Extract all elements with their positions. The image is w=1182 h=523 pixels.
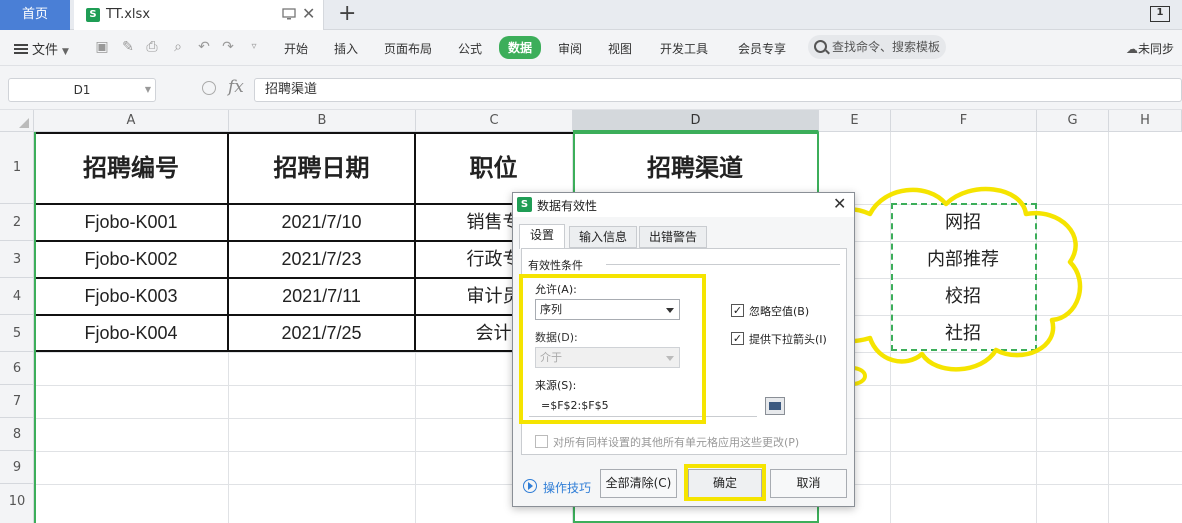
column-header-d[interactable]: D bbox=[573, 110, 819, 132]
column-header-g[interactable]: G bbox=[1037, 110, 1109, 132]
cell-a5[interactable]: Fjobo-K004 bbox=[34, 315, 228, 352]
column-header-a[interactable]: A bbox=[34, 110, 229, 132]
file-name: TT.xlsx bbox=[106, 7, 151, 22]
new-tab-plus-icon[interactable]: + bbox=[338, 2, 356, 26]
tab-data[interactable]: 数据 bbox=[499, 36, 542, 59]
highlight-frame bbox=[519, 274, 706, 424]
tips-link[interactable]: 操作技巧 bbox=[543, 479, 591, 496]
save-icon[interactable]: ▣ bbox=[94, 39, 110, 55]
group-divider bbox=[606, 264, 840, 265]
in-cell-dropdown-label: 提供下拉箭头(I) bbox=[749, 333, 827, 346]
row-header-8[interactable]: 8 bbox=[0, 418, 34, 451]
column-header: A B C D E F G H bbox=[0, 110, 1182, 132]
data-validation-dialog[interactable]: S 数据有效性 ✕ 设置 输入信息 出错警告 有效性条件 允许(A): 序列 数… bbox=[512, 192, 855, 507]
hamburger-icon bbox=[14, 42, 28, 56]
column-header-e[interactable]: E bbox=[819, 110, 891, 132]
dialog-title-bar[interactable]: S 数据有效性 ✕ bbox=[513, 193, 854, 217]
file-menu-label: 文件 bbox=[32, 43, 59, 58]
tab-insert[interactable]: 插入 bbox=[334, 40, 358, 57]
group-label: 有效性条件 bbox=[528, 257, 587, 273]
source-range-marquee bbox=[891, 203, 1037, 351]
ignore-blank-label: 忽略空值(B) bbox=[749, 305, 810, 318]
row-header-7[interactable]: 7 bbox=[0, 385, 34, 418]
chevron-down-icon: ▼ bbox=[62, 47, 69, 57]
cell-b4[interactable]: 2021/7/11 bbox=[228, 278, 415, 315]
cell-a2[interactable]: Fjobo-K001 bbox=[34, 204, 228, 241]
undo-icon[interactable]: ↶ bbox=[196, 39, 212, 55]
tab-developer[interactable]: 开发工具 bbox=[660, 40, 708, 57]
apply-all-checkbox[interactable] bbox=[535, 435, 548, 448]
tab-home-ribbon[interactable]: 开始 bbox=[284, 40, 308, 57]
tab-settings[interactable]: 设置 bbox=[519, 224, 565, 249]
cell-a3[interactable]: Fjobo-K002 bbox=[34, 241, 228, 278]
cancel-button[interactable]: 取消 bbox=[770, 469, 847, 498]
search-placeholder: 查找命令、搜索模板 bbox=[832, 40, 941, 54]
fx-icon[interactable]: fx bbox=[228, 77, 244, 97]
row-header-4[interactable]: 4 bbox=[0, 278, 34, 315]
select-all-corner[interactable] bbox=[0, 110, 34, 132]
highlight-frame bbox=[684, 464, 766, 501]
print-preview-icon[interactable]: ⌕ bbox=[170, 39, 186, 55]
tab-bar: 首页 S TT.xlsx ✕ + 1 bbox=[0, 0, 1182, 30]
cell-b2[interactable]: 2021/7/10 bbox=[228, 204, 415, 241]
search-icon bbox=[814, 40, 827, 53]
column-header-b[interactable]: B bbox=[229, 110, 416, 132]
formula-bar-area: D1 ▼ fx 招聘渠道 bbox=[0, 66, 1182, 110]
zoom-icon[interactable] bbox=[202, 81, 216, 95]
row-header-2[interactable]: 2 bbox=[0, 204, 34, 241]
file-menu-button[interactable]: 文件 ▼ bbox=[14, 39, 69, 58]
close-tab-icon[interactable]: ✕ bbox=[302, 5, 315, 23]
cloud-icon: ☁ bbox=[1126, 42, 1138, 56]
tab-error-alert[interactable]: 出错警告 bbox=[639, 226, 707, 248]
monitor-icon[interactable] bbox=[282, 7, 296, 21]
in-cell-dropdown-checkbox[interactable]: ✓ bbox=[731, 332, 744, 345]
sync-label: 未同步 bbox=[1138, 42, 1175, 56]
name-box[interactable]: D1 ▼ bbox=[8, 78, 156, 102]
cell-a4[interactable]: Fjobo-K003 bbox=[34, 278, 228, 315]
row-header-1[interactable]: 1 bbox=[0, 132, 34, 204]
tab-home[interactable]: 首页 bbox=[0, 0, 70, 30]
column-header-h[interactable]: H bbox=[1109, 110, 1182, 132]
collapse-dialog-icon[interactable] bbox=[765, 397, 785, 415]
column-header-c[interactable]: C bbox=[416, 110, 573, 132]
tab-review[interactable]: 审阅 bbox=[558, 40, 582, 57]
row-header-10[interactable]: 10 bbox=[0, 484, 34, 523]
tab-file[interactable]: S TT.xlsx ✕ bbox=[74, 0, 324, 30]
name-box-dropdown-icon[interactable]: ▼ bbox=[145, 79, 151, 101]
formula-input[interactable]: 招聘渠道 bbox=[254, 78, 1182, 102]
tab-member[interactable]: 会员专享 bbox=[738, 40, 786, 57]
redo-icon[interactable]: ↷ bbox=[220, 39, 236, 55]
tab-formulas[interactable]: 公式 bbox=[458, 40, 482, 57]
print-icon[interactable]: ⎙ bbox=[144, 39, 160, 55]
cell-b3[interactable]: 2021/7/23 bbox=[228, 241, 415, 278]
customize-dropdown-icon[interactable]: ▿ bbox=[246, 39, 262, 55]
cell-reference: D1 bbox=[73, 83, 91, 97]
row-header-5[interactable]: 5 bbox=[0, 315, 34, 352]
close-icon[interactable]: ✕ bbox=[833, 194, 846, 213]
command-search-box[interactable]: 查找命令、搜索模板 bbox=[808, 35, 946, 59]
format-painter-icon[interactable]: ✎ bbox=[120, 39, 136, 55]
row-header-6[interactable]: 6 bbox=[0, 352, 34, 385]
dialog-title: 数据有效性 bbox=[537, 199, 598, 213]
clear-all-button[interactable]: 全部清除(C) bbox=[600, 469, 677, 498]
cell-a1[interactable]: 招聘编号 bbox=[34, 132, 228, 204]
ignore-blank-checkbox[interactable]: ✓ bbox=[731, 304, 744, 317]
cell-b1[interactable]: 招聘日期 bbox=[228, 132, 415, 204]
tab-view[interactable]: 视图 bbox=[608, 40, 632, 57]
column-header-f[interactable]: F bbox=[891, 110, 1037, 132]
sync-status[interactable]: ☁未同步 bbox=[1126, 40, 1174, 57]
play-help-icon[interactable] bbox=[523, 479, 537, 493]
row-header: 1 2 3 4 5 6 7 8 9 10 bbox=[0, 132, 34, 523]
row-header-9[interactable]: 9 bbox=[0, 451, 34, 484]
row-header-3[interactable]: 3 bbox=[0, 241, 34, 278]
spreadsheet-icon: S bbox=[86, 8, 100, 22]
tab-input-message[interactable]: 输入信息 bbox=[569, 226, 637, 248]
window-switch-icon[interactable]: 1 bbox=[1150, 6, 1170, 22]
apply-all-label: 对所有同样设置的其他所有单元格应用这些更改(P) bbox=[553, 436, 800, 449]
wps-spreadsheet-icon: S bbox=[517, 197, 532, 212]
gridline bbox=[1108, 132, 1109, 523]
ribbon: 文件 ▼ ▣ ✎ ⎙ ⌕ ↶ ↷ ▿ 开始 插入 页面布局 公式 数据 审阅 视图… bbox=[0, 30, 1182, 66]
cell-b5[interactable]: 2021/7/25 bbox=[228, 315, 415, 352]
tab-page-layout[interactable]: 页面布局 bbox=[384, 40, 432, 57]
